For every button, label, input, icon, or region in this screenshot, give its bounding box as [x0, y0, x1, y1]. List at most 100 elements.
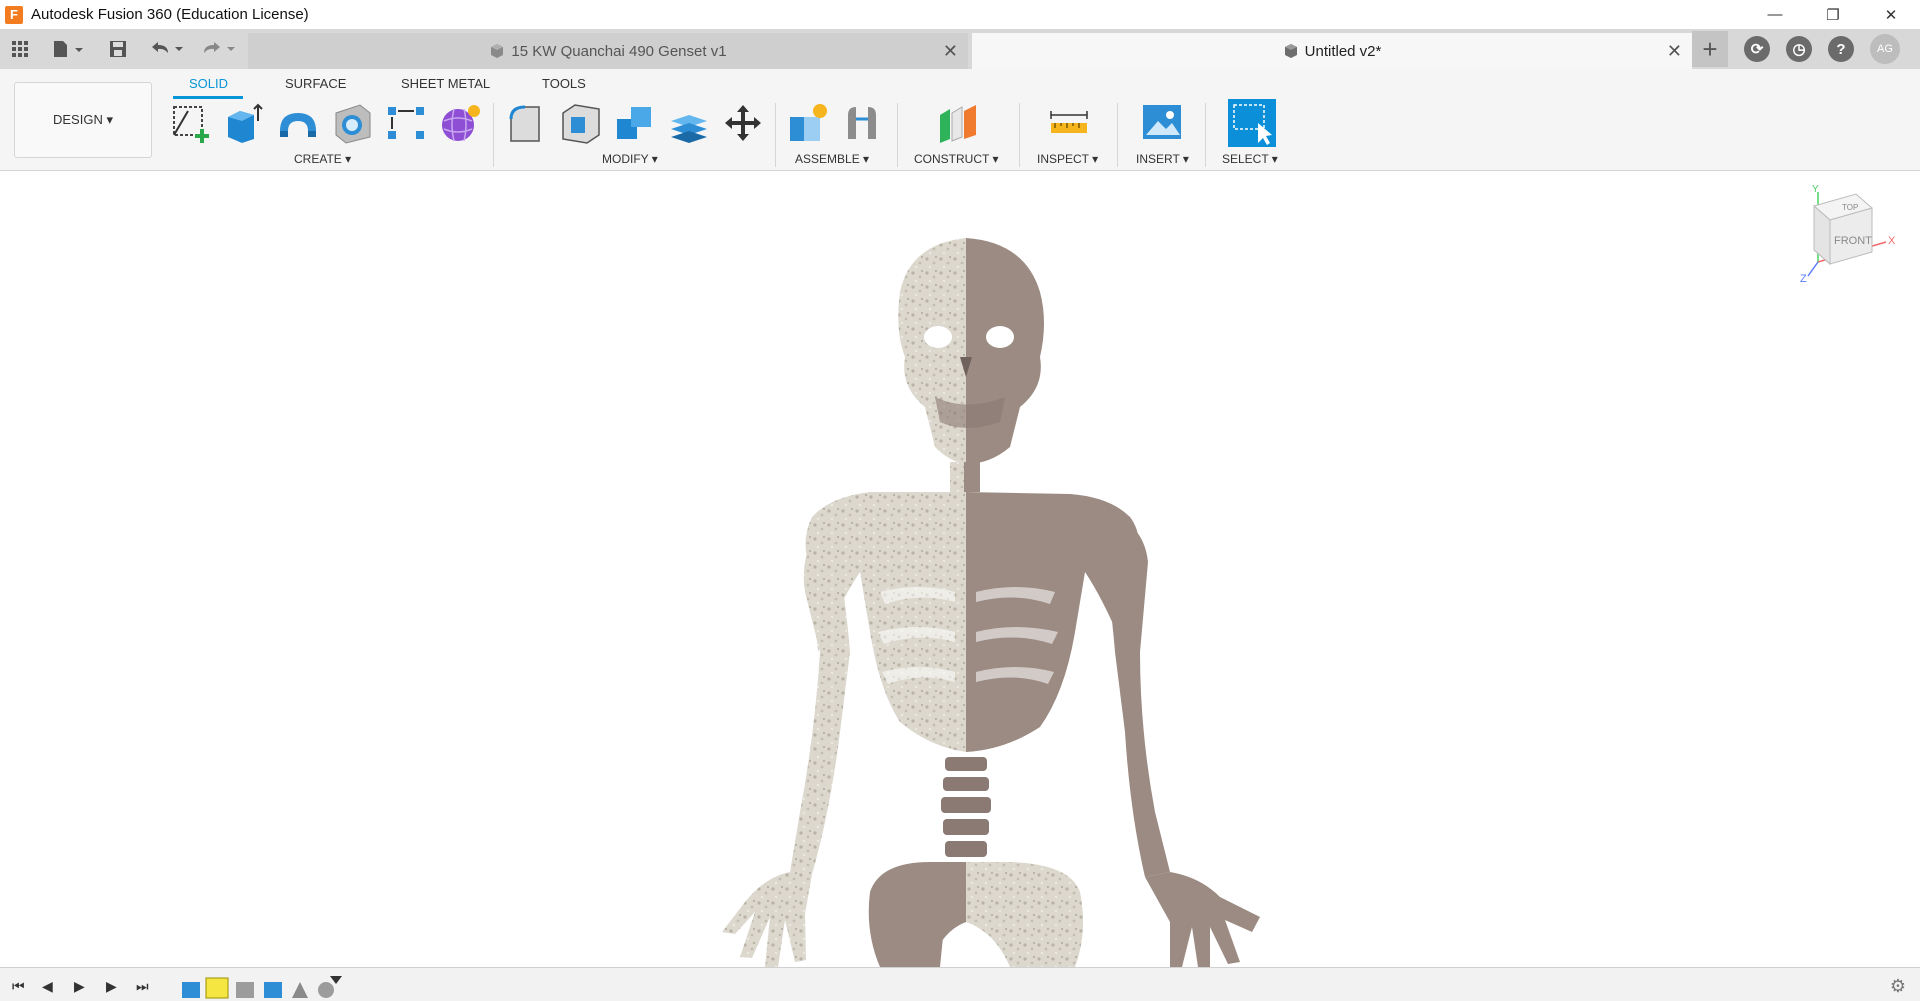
ribbon-separator — [1205, 103, 1206, 167]
joint-icon[interactable] — [840, 101, 884, 145]
create-form-icon[interactable] — [438, 101, 482, 145]
3d-viewport-canvas[interactable]: TOP FRONT Y X Z — [0, 172, 1920, 967]
timeline-prev-button[interactable]: ◀ — [42, 978, 53, 995]
skull-left-half — [898, 238, 966, 464]
tab-surface[interactable]: SURFACE — [285, 76, 346, 91]
ribbon-separator — [897, 103, 898, 167]
left-hand — [722, 872, 812, 967]
neck-vertebrae-left — [950, 462, 964, 492]
job-status-icon[interactable]: ⟳ — [1744, 36, 1770, 62]
tab-label: 15 KW Quanchai 490 Genset v1 — [511, 42, 727, 60]
tab-genset-document[interactable]: 15 KW Quanchai 490 Genset v1 ✕ — [248, 33, 968, 69]
timeline-feature-plane[interactable] — [292, 982, 308, 998]
modify-group-label[interactable]: MODIFY ▾ — [602, 152, 658, 166]
select-group-label[interactable]: SELECT ▾ — [1222, 152, 1278, 166]
timeline-first-button[interactable]: ⏮ — [12, 978, 25, 995]
z-axis-line — [1807, 261, 1819, 277]
y-axis-label: Y — [1812, 184, 1819, 195]
ribbon-separator — [1019, 103, 1020, 167]
component-cube-icon — [491, 44, 504, 58]
tab-untitled-document[interactable]: Untitled v2* ✕ — [972, 33, 1692, 69]
restore-button[interactable]: ❐ — [1804, 0, 1862, 29]
select-icon[interactable] — [1228, 99, 1276, 147]
right-hand — [1145, 872, 1260, 967]
redo-icon[interactable] — [198, 36, 238, 62]
skeleton-model[interactable] — [0, 172, 1920, 967]
viewcube-front-label: FRONT — [1834, 235, 1872, 247]
help-icon[interactable]: ? — [1828, 36, 1854, 62]
timeline-features[interactable] — [180, 976, 360, 1000]
viewcube-top-label: TOP — [1842, 203, 1858, 212]
header-right-icons: + ⟳ ◷ ? AG — [1692, 29, 1920, 69]
undo-icon[interactable] — [146, 36, 186, 62]
combine-icon[interactable] — [613, 101, 657, 145]
create-group-label[interactable]: CREATE ▾ — [294, 152, 351, 166]
offset-plane-icon[interactable] — [936, 101, 980, 145]
measure-icon[interactable] — [1047, 101, 1091, 145]
timeline-play-button[interactable]: ▶ — [74, 978, 85, 995]
window-title: Autodesk Fusion 360 (Education License) — [31, 6, 309, 23]
timeline-feature-sketch[interactable] — [182, 982, 200, 998]
timeline-feature-extrude[interactable] — [264, 982, 282, 998]
z-axis-label: Z — [1800, 273, 1807, 284]
title-bar: F Autodesk Fusion 360 (Education License… — [0, 0, 1920, 29]
user-avatar[interactable]: AG — [1870, 34, 1900, 64]
shell-icon[interactable] — [559, 101, 603, 145]
viewcube[interactable]: TOP FRONT Y X Z — [1800, 184, 1910, 284]
ribbon-separator — [493, 103, 494, 167]
left-arm — [790, 532, 850, 874]
neck-vertebrae-right — [964, 462, 980, 492]
timeline-feature-body[interactable] — [236, 982, 254, 998]
new-tab-button[interactable]: + — [1692, 31, 1728, 67]
rectangular-pattern-icon[interactable] — [384, 101, 428, 145]
timeline-next-button[interactable]: ▶ — [106, 978, 117, 995]
close-window-button[interactable]: ✕ — [1862, 0, 1920, 29]
timeline-feature-selected[interactable] — [205, 977, 229, 999]
close-tab-icon[interactable]: ✕ — [1667, 41, 1682, 62]
timeline-bar: ⏮ ◀ ▶ ▶ ⏭ ⚙ — [0, 967, 1920, 1001]
save-icon[interactable] — [106, 36, 130, 62]
insert-group-label[interactable]: INSERT ▾ — [1136, 152, 1189, 166]
timeline-feature-revolve[interactable] — [318, 982, 334, 998]
construct-group-label[interactable]: CONSTRUCT ▾ — [914, 152, 998, 166]
window-controls: — ❐ ✕ — [1746, 0, 1920, 29]
component-cube-icon — [1284, 44, 1297, 58]
fusion-logo-icon: F — [5, 5, 23, 24]
move-copy-icon[interactable] — [721, 101, 765, 145]
toolbar-ribbon: DESIGN ▾ SOLID SURFACE SHEET METAL TOOLS — [0, 69, 1920, 171]
hole-icon[interactable] — [330, 101, 374, 145]
create-sketch-icon[interactable] — [168, 101, 212, 145]
workspace-switcher-button[interactable]: DESIGN ▾ — [14, 82, 152, 158]
tab-tools[interactable]: TOOLS — [542, 76, 586, 91]
assemble-group-label[interactable]: ASSEMBLE ▾ — [795, 152, 869, 166]
fusion-360-window: F Autodesk Fusion 360 (Education License… — [0, 0, 1920, 1001]
document-tab-bar: 15 KW Quanchai 490 Genset v1 ✕ Untitled … — [0, 29, 1920, 69]
ribbon-separator — [1117, 103, 1118, 167]
timeline-settings-gear-icon[interactable]: ⚙ — [1890, 976, 1906, 997]
ribbon-separator — [775, 103, 776, 167]
new-component-icon[interactable] — [786, 101, 830, 145]
minimize-button[interactable]: — — [1746, 0, 1804, 29]
timeline-last-button[interactable]: ⏭ — [136, 978, 149, 995]
right-arm — [1100, 517, 1170, 877]
extrude-icon[interactable] — [222, 101, 266, 145]
tab-sheet-metal[interactable]: SHEET METAL — [401, 76, 490, 91]
inspect-group-label[interactable]: INSPECT ▾ — [1037, 152, 1098, 166]
insert-image-icon[interactable] — [1140, 101, 1184, 145]
tab-solid[interactable]: SOLID — [189, 76, 228, 91]
history-clock-icon[interactable]: ◷ — [1786, 36, 1812, 62]
skull-right-half — [966, 238, 1044, 464]
close-tab-icon[interactable]: ✕ — [943, 41, 958, 62]
offset-face-icon[interactable] — [667, 101, 711, 145]
x-axis-label: X — [1888, 235, 1896, 247]
data-panel-grid-icon[interactable] — [8, 36, 32, 62]
left-eye-socket — [924, 326, 952, 348]
revolve-icon[interactable] — [276, 101, 320, 145]
pelvis-right — [966, 862, 1084, 967]
tab-label: Untitled v2* — [1304, 42, 1382, 60]
press-pull-icon[interactable] — [505, 101, 549, 145]
file-menu-icon[interactable] — [48, 36, 88, 62]
active-tab-indicator — [173, 96, 243, 99]
lumbar-spine — [941, 757, 991, 857]
timeline-marker-icon[interactable] — [330, 976, 342, 984]
